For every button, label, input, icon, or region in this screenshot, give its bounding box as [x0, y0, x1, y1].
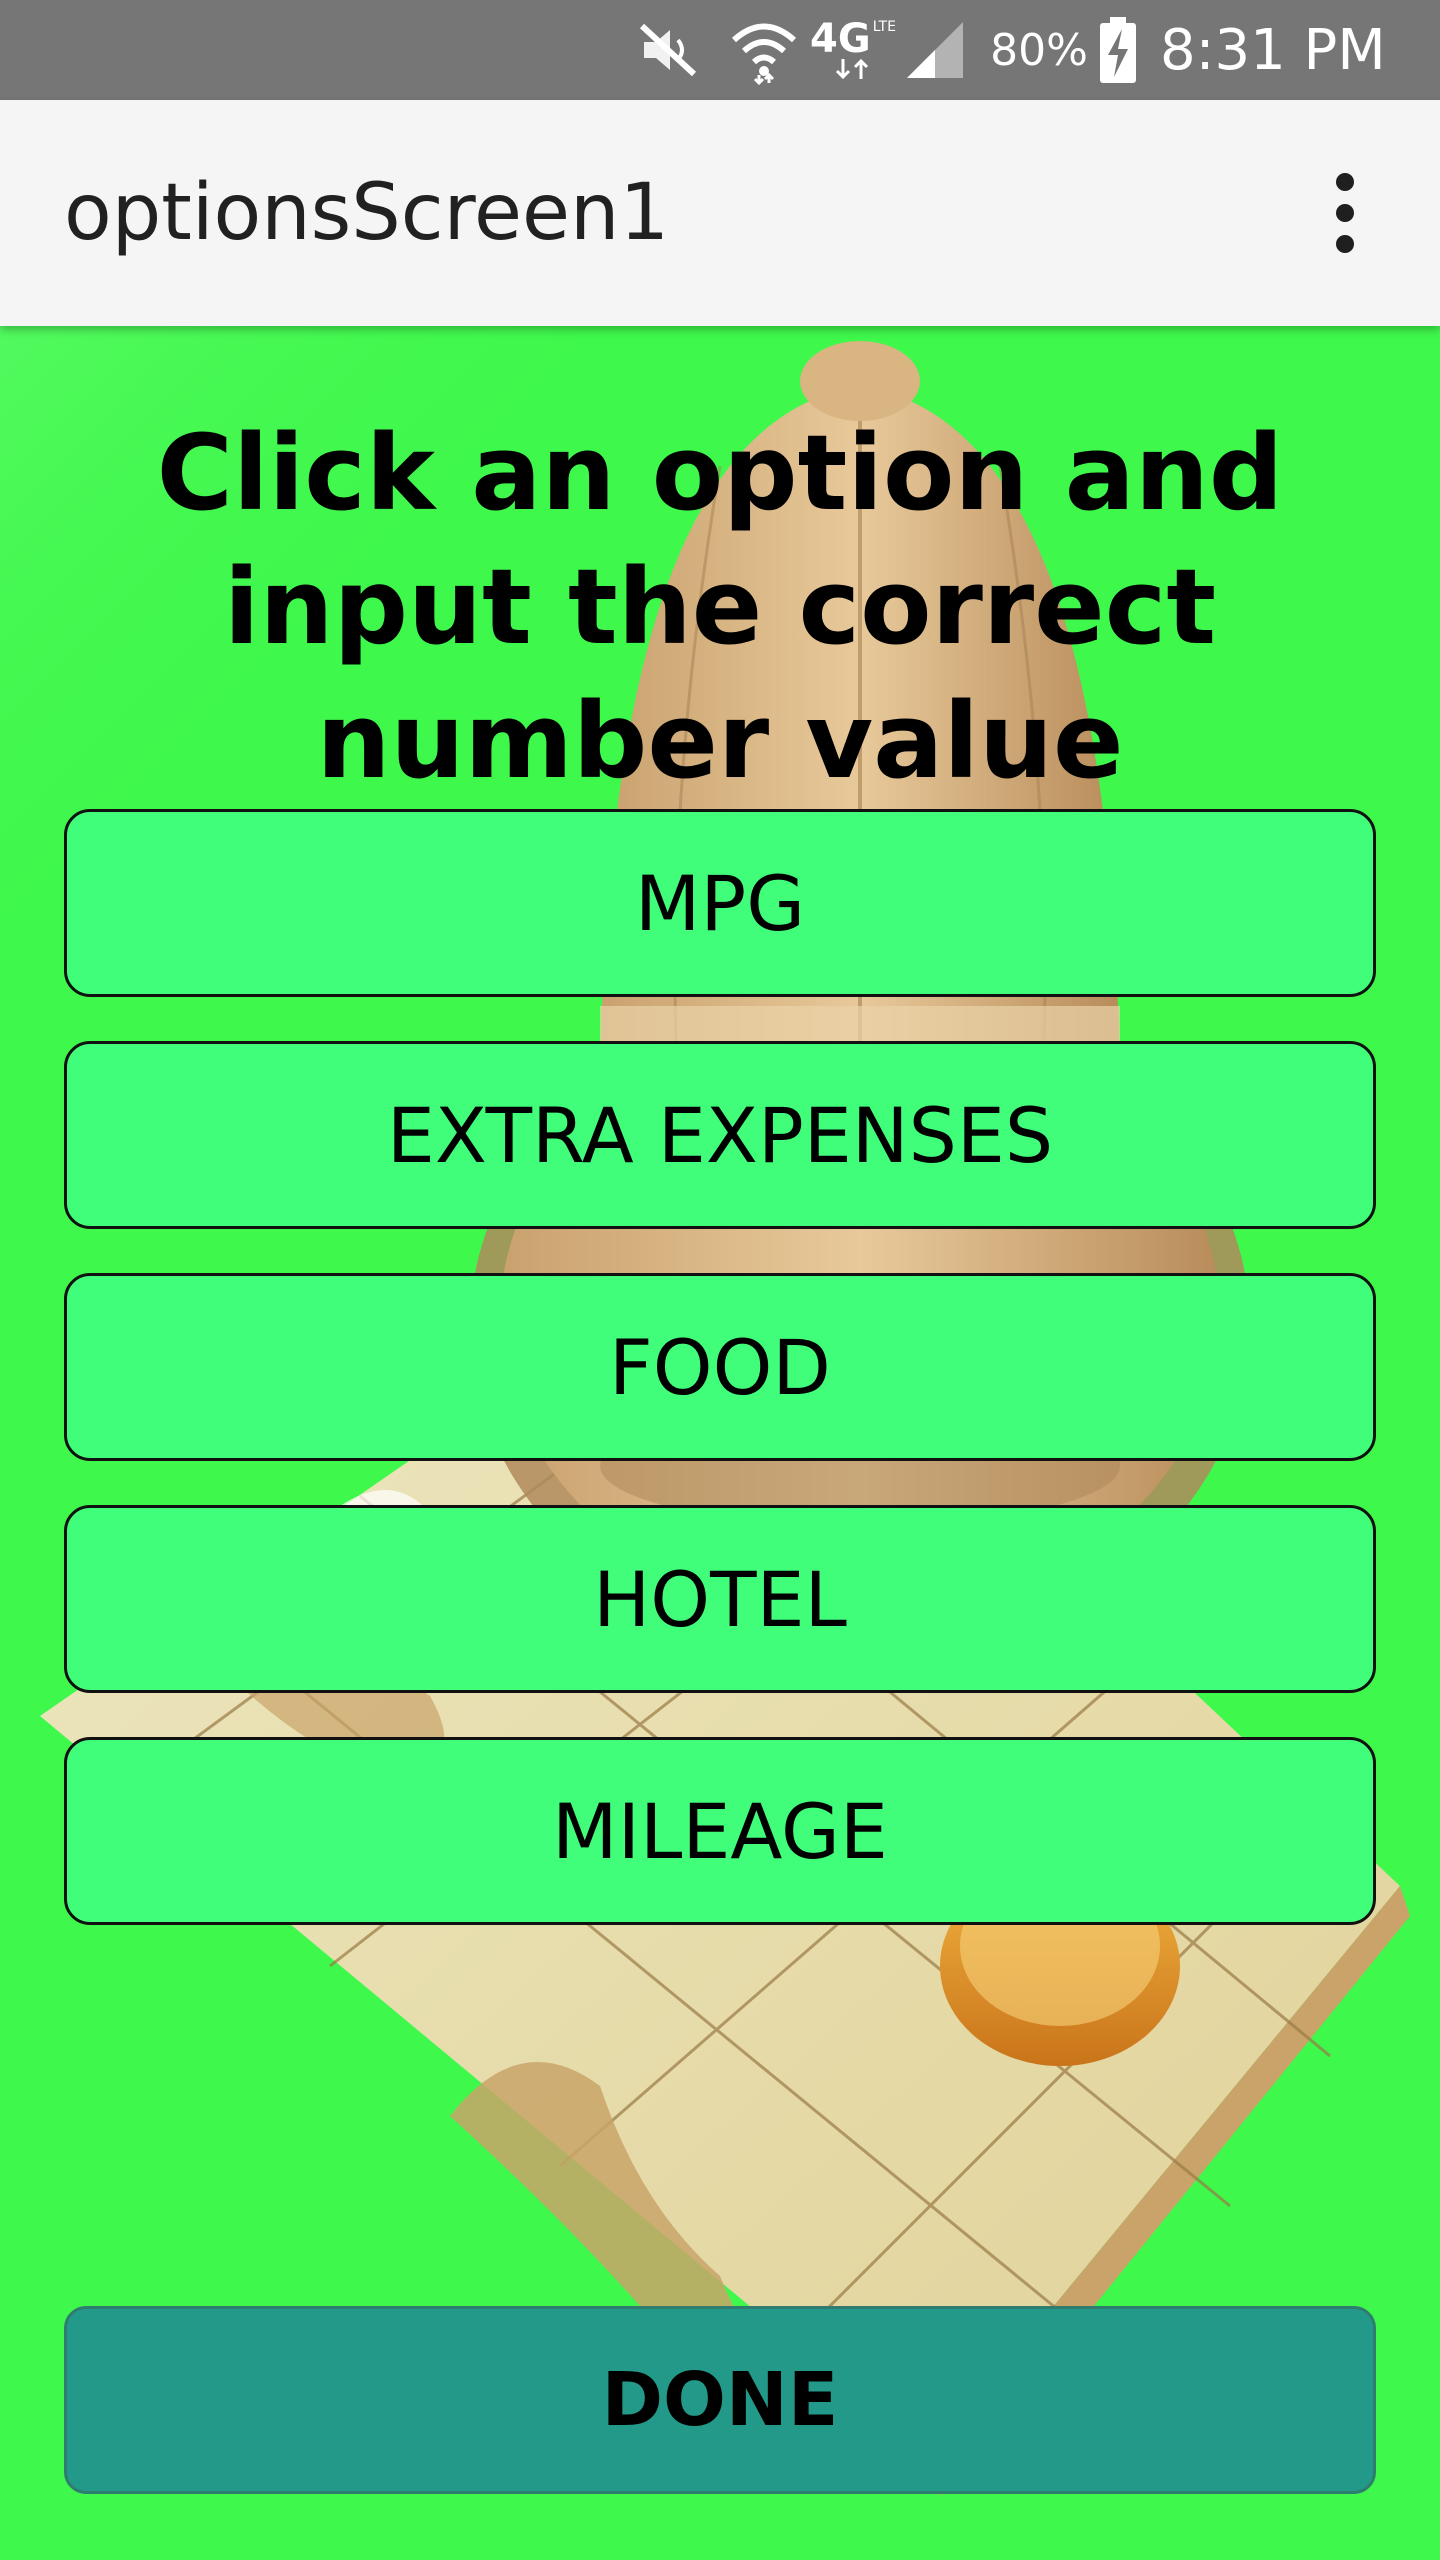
signal-icon: [900, 0, 970, 100]
menu-dot: [1336, 235, 1354, 253]
mpg-button[interactable]: MPG: [64, 809, 1376, 997]
status-bar: 4G LTE 80% 8:31 PM: [0, 0, 1440, 100]
main-content: Click an option and input the correct nu…: [0, 326, 1440, 2560]
more-vert-icon[interactable]: [1290, 158, 1400, 268]
extra-expenses-button[interactable]: EXTRA EXPENSES: [64, 1041, 1376, 1229]
app-title: optionsScreen1: [64, 168, 670, 258]
network-type: 4G: [810, 16, 871, 62]
menu-dot: [1336, 204, 1354, 222]
4g-lte-icon: 4G LTE: [808, 0, 898, 100]
hotel-button[interactable]: HOTEL: [64, 1505, 1376, 1693]
status-time: 8:31 PM: [1160, 17, 1386, 83]
food-button[interactable]: FOOD: [64, 1273, 1376, 1461]
mileage-button[interactable]: MILEAGE: [64, 1737, 1376, 1925]
done-button[interactable]: DONE: [64, 2306, 1376, 2494]
network-sub: LTE: [872, 19, 896, 35]
app-bar: optionsScreen1: [0, 100, 1440, 326]
instruction-text: Click an option and input the correct nu…: [156, 412, 1284, 802]
mute-icon: [628, 0, 708, 100]
wifi-icon: [724, 0, 804, 100]
menu-dot: [1336, 173, 1354, 191]
battery-charging-icon: [1094, 0, 1142, 100]
battery-percent: 80%: [990, 24, 1088, 76]
